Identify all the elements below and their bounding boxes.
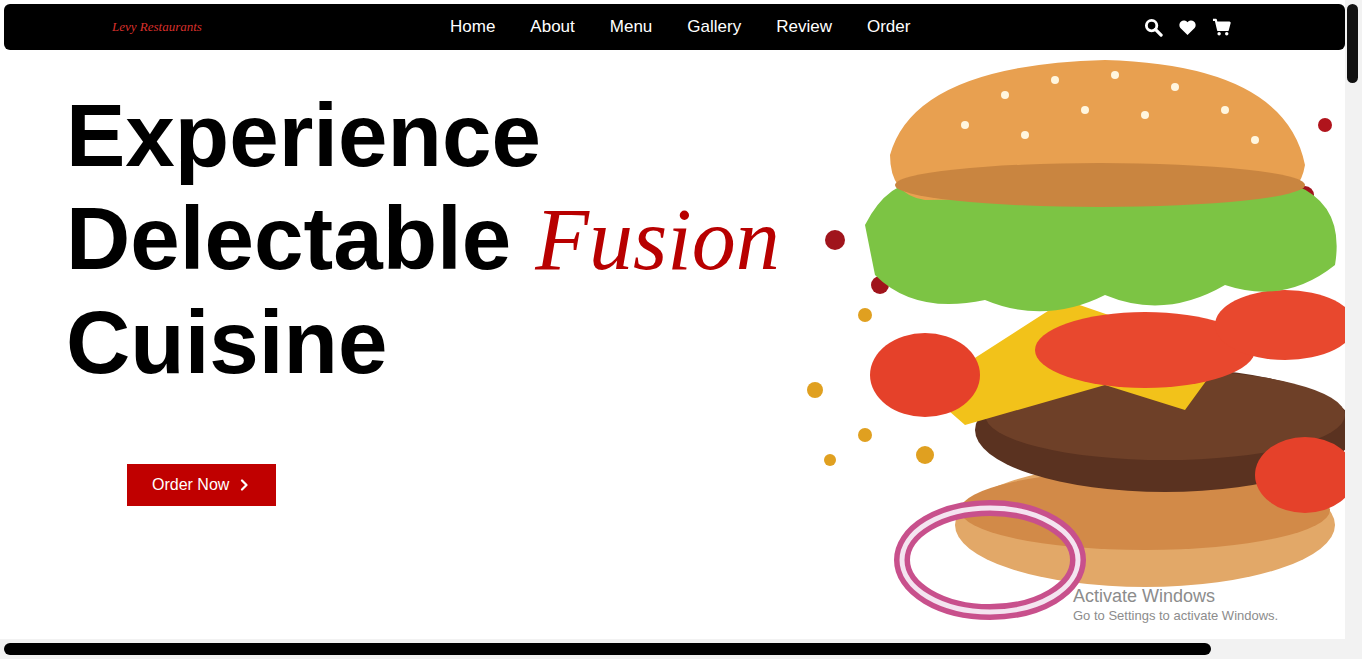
headline-line: DelectableFusion: [66, 187, 805, 291]
vertical-scrollbar-thumb[interactable]: [1347, 4, 1358, 83]
nav-link[interactable]: Menu: [610, 17, 653, 37]
horizontal-scrollbar[interactable]: [0, 639, 1345, 659]
hero-image: [805, 50, 1345, 639]
nav-link[interactable]: Home: [450, 17, 495, 37]
headline: ExperienceDelectableFusionCuisine: [66, 84, 805, 394]
cart-icon[interactable]: [1212, 18, 1231, 37]
headline-word: Cuisine: [66, 291, 387, 394]
order-now-label[interactable]: Order Now: [152, 476, 229, 494]
activation-watermark: Activate WindowsGo to Settings to activa…: [1073, 585, 1278, 625]
nav-link[interactable]: About: [530, 17, 574, 37]
logo[interactable]: Levy Restaurants: [112, 19, 202, 35]
vertical-scrollbar[interactable]: [1345, 0, 1362, 659]
nav-links: Home About Menu Gallery Review Order: [450, 17, 910, 37]
hero: ExperienceDelectableFusionCuisineOrder N…: [4, 50, 1345, 639]
nav-link[interactable]: Review: [776, 17, 832, 37]
nav-link[interactable]: Gallery: [687, 17, 741, 37]
watermark-subtitle: Go to Settings to activate Windows.: [1073, 607, 1278, 625]
headline-line: Cuisine: [66, 291, 805, 394]
page: Levy Restaurants Home About Menu Gallery Revi…: [0, 0, 1345, 639]
headline-word: Experience: [66, 84, 541, 187]
navbar: Levy Restaurants Home About Menu Gallery Revi…: [4, 4, 1345, 50]
headline-line: Experience: [66, 84, 805, 187]
heart-icon[interactable]: [1178, 18, 1197, 37]
burger-image: [805, 55, 1345, 625]
headline-word: Delectable: [66, 187, 511, 290]
watermark-title: Activate Windows: [1073, 585, 1278, 607]
nav-link[interactable]: Order: [867, 17, 910, 37]
headline-word: Fusion: [535, 188, 779, 291]
chevron-right-icon[interactable]: [239, 479, 249, 491]
search-icon[interactable]: [1144, 18, 1163, 37]
logo-area: Levy Restaurants: [4, 19, 450, 35]
hero-text: ExperienceDelectableFusionCuisineOrder N…: [4, 50, 805, 639]
order-now-button[interactable]: Order Now: [127, 464, 276, 506]
horizontal-scrollbar-thumb[interactable]: [4, 643, 1211, 655]
nav-icons: [1144, 18, 1345, 37]
